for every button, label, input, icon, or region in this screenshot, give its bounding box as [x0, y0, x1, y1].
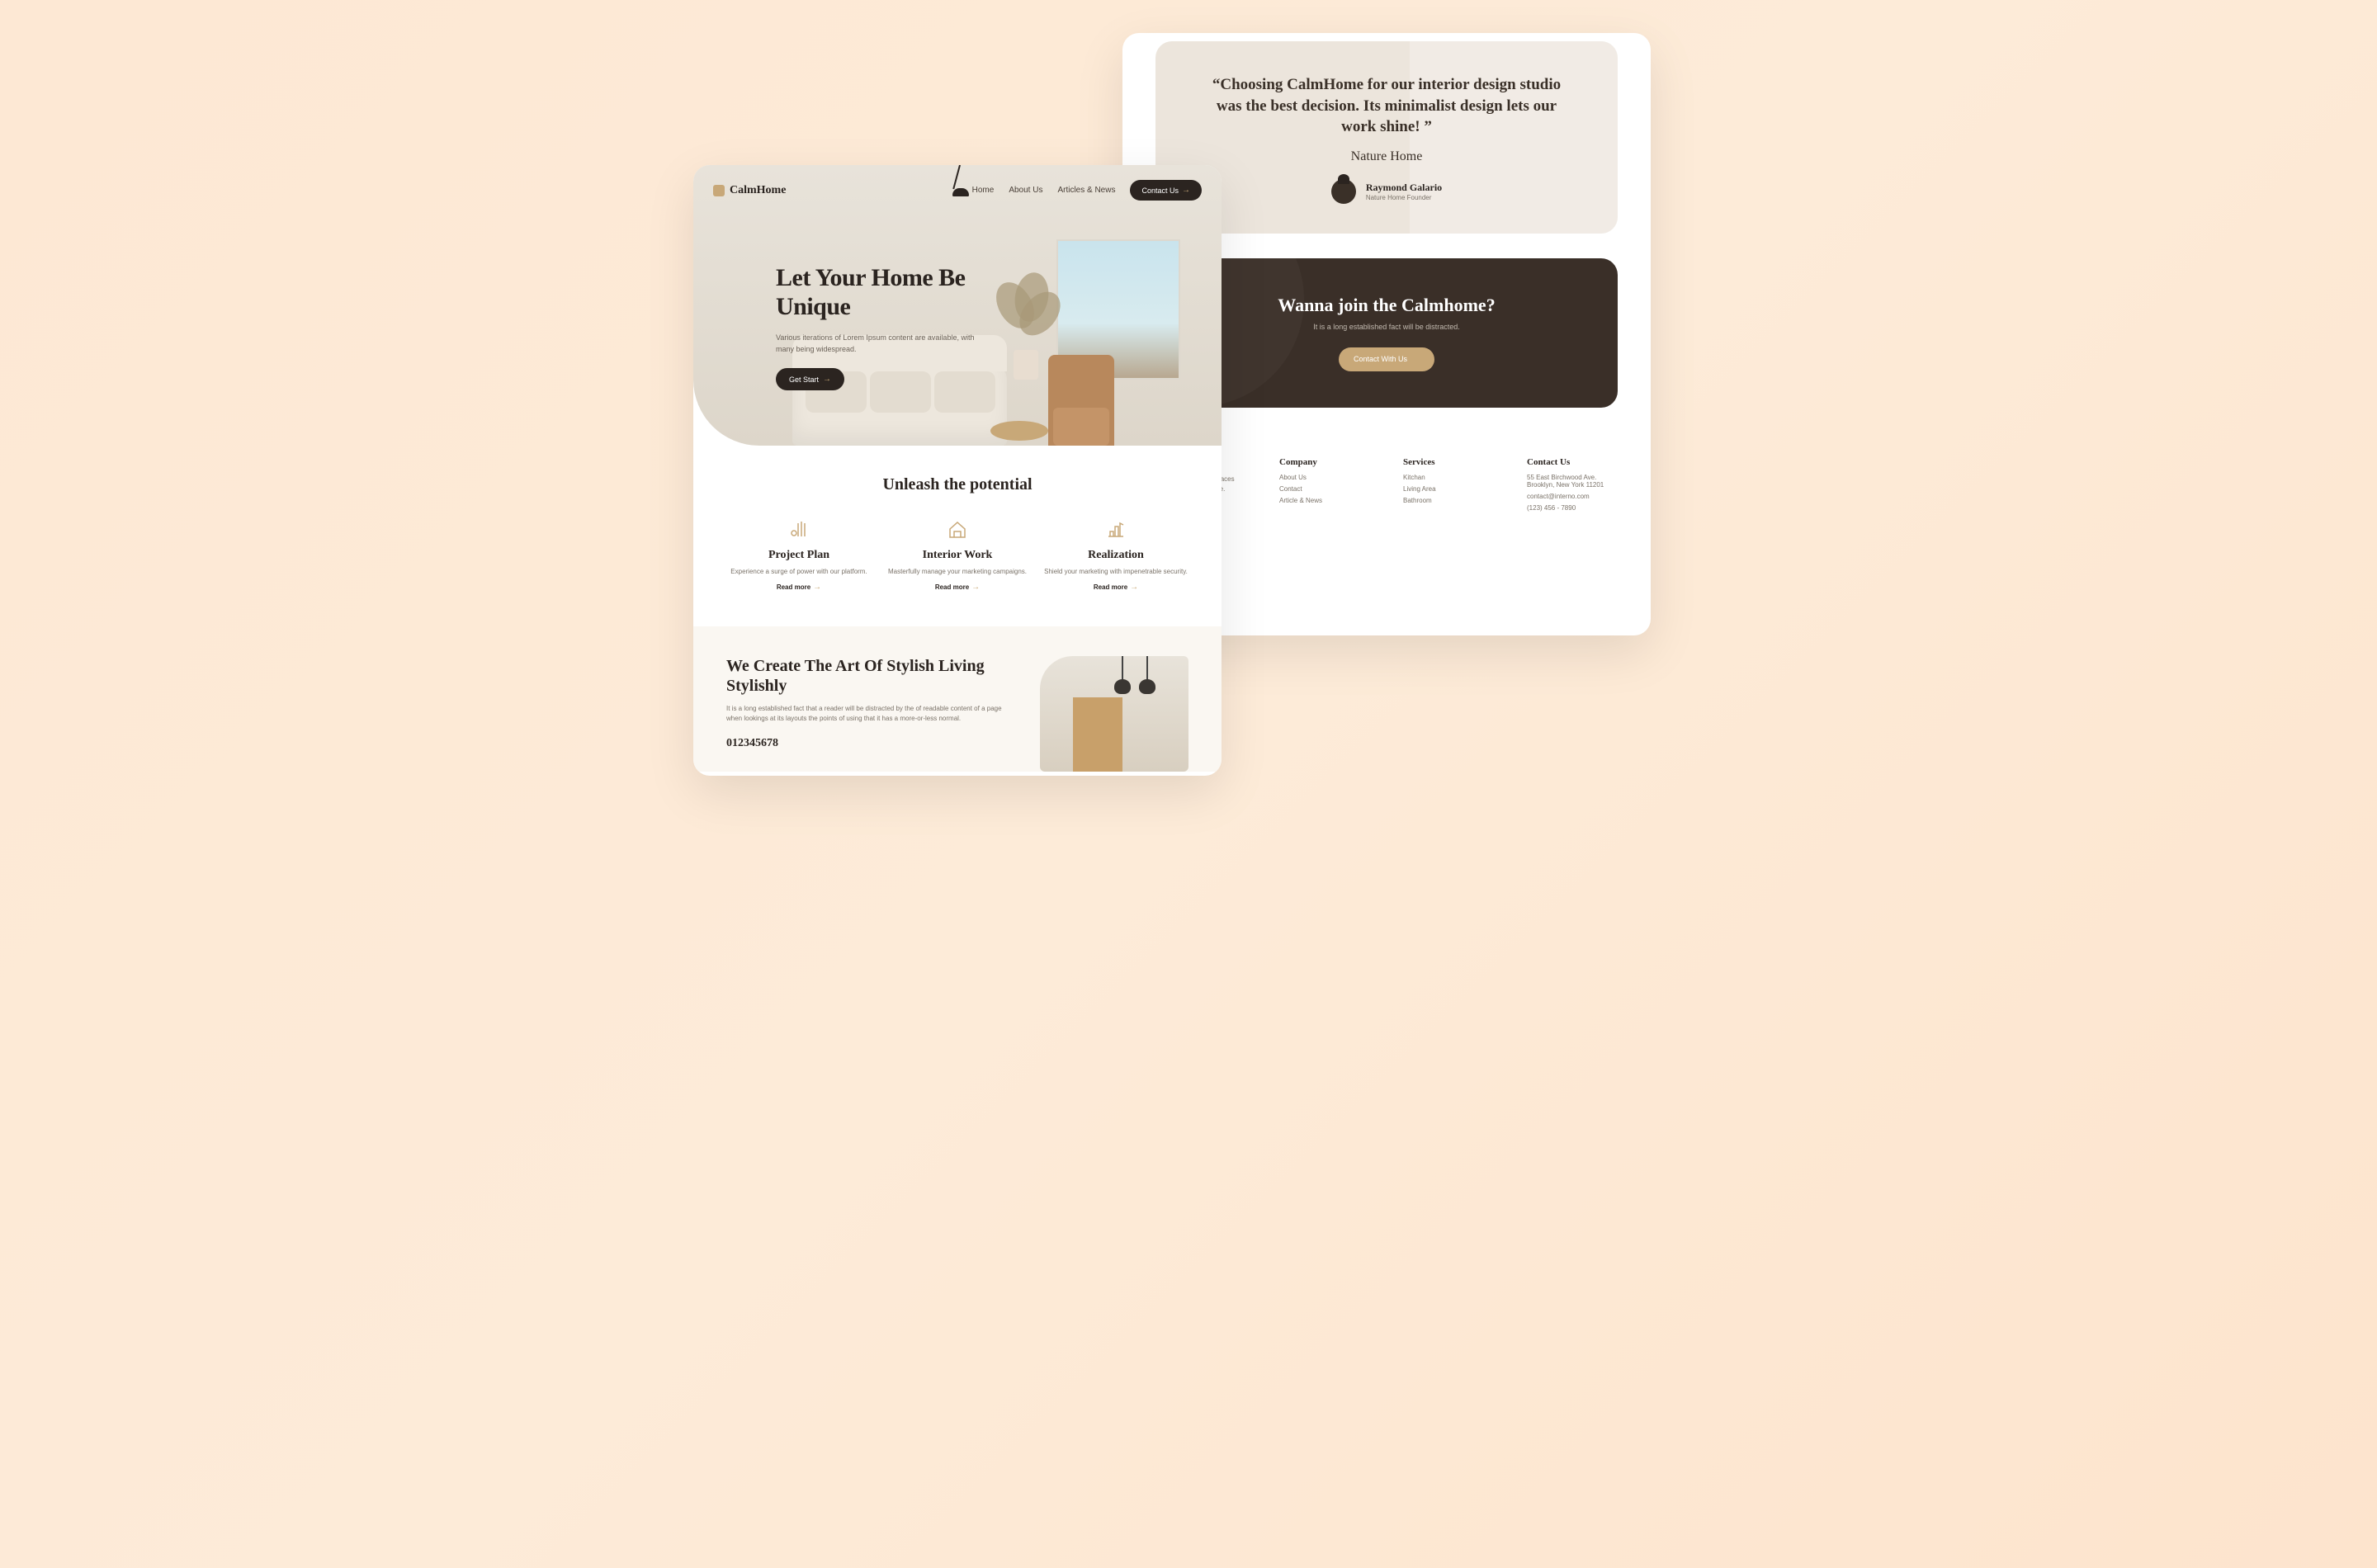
cta-section: Wanna join the Calmhome? It is a long es… [1155, 258, 1618, 408]
person-role: Nature Home Founder [1366, 194, 1442, 201]
kitchen-image [1040, 656, 1188, 772]
testimonial-person: Raymond Galario Nature Home Founder [1205, 179, 1568, 204]
feature-project-plan: Project Plan Experience a surge of power… [726, 517, 872, 593]
avatar [1331, 179, 1356, 204]
cta-subtitle: It is a long established fact will be di… [1188, 323, 1585, 331]
art-section: We Create The Art Of Stylish Living Styl… [693, 626, 1222, 772]
table-graphic [990, 421, 1048, 441]
nav-home[interactable]: Home [972, 186, 995, 195]
footer-contact: Contact Us 55 East Birchwood Ave. Brookl… [1527, 457, 1618, 516]
feature-name: Interior Work [885, 549, 1030, 562]
nav-about[interactable]: About Us [1009, 186, 1042, 195]
features-title: Unleash the potential [726, 475, 1188, 494]
footer-email[interactable]: contact@interno.com [1527, 493, 1618, 500]
art-title: We Create The Art Of Stylish Living Styl… [726, 656, 1015, 696]
brand-name: CalmHome [730, 184, 786, 197]
feature-realization: Realization Shield your marketing with i… [1043, 517, 1188, 593]
logo[interactable]: CalmHome [713, 184, 786, 197]
top-nav: CalmHome Home About Us Articles & News C… [693, 165, 1222, 215]
cta-title: Wanna join the Calmhome? [1188, 295, 1585, 316]
feature-name: Project Plan [726, 549, 872, 562]
footer-link[interactable]: Living Area [1403, 485, 1494, 493]
features-section: Unleash the potential Project Plan Exper… [693, 446, 1222, 593]
arrow-icon: → [1130, 583, 1138, 592]
arrow-icon: → [823, 375, 831, 384]
chart-icon [1104, 517, 1127, 541]
footer-phone[interactable]: (123) 456 - 7890 [1527, 504, 1618, 512]
hero-text: Let Your Home Be Unique Various iteratio… [776, 264, 990, 390]
art-desc: It is a long established fact that a rea… [726, 704, 1015, 724]
nav-articles[interactable]: Articles & News [1057, 186, 1115, 195]
feature-desc: Experience a surge of power with our pla… [726, 567, 872, 576]
footer-heading: Contact Us [1527, 457, 1618, 467]
house-icon [946, 517, 969, 541]
ruler-icon [787, 517, 810, 541]
hero-subtitle: Various iterations of Lorem Ipsum conten… [776, 333, 990, 355]
footer-address: 55 East Birchwood Ave. Brooklyn, New Yor… [1527, 474, 1618, 489]
footer-link[interactable]: Kitchan [1403, 474, 1494, 481]
cta-btn-label: Contact With Us [1354, 355, 1407, 363]
logo-icon [713, 185, 725, 196]
read-more-link[interactable]: Read more → [935, 583, 980, 592]
footer-services: Services Kitchan Living Area Bathroom [1403, 457, 1494, 516]
feature-interior-work: Interior Work Masterfully manage your ma… [885, 517, 1030, 593]
get-start-label: Get Start [789, 375, 819, 384]
phone-number: 012345678 [726, 737, 1015, 750]
testimonial-brand: Nature Home [1205, 149, 1568, 164]
nav-links: Home About Us Articles & News Contact Us… [972, 180, 1202, 201]
landing-card: CalmHome Home About Us Articles & News C… [693, 165, 1222, 776]
get-start-button[interactable]: Get Start → [776, 368, 844, 390]
person-name: Raymond Galario [1366, 182, 1442, 194]
chair-graphic [1048, 355, 1114, 446]
footer-link[interactable]: Contact [1279, 485, 1370, 493]
feature-desc: Shield your marketing with impenetrable … [1043, 567, 1188, 576]
arrow-icon: → [971, 583, 980, 592]
read-more-link[interactable]: Read more → [777, 583, 821, 592]
arrow-icon: → [1411, 355, 1420, 364]
footer-link[interactable]: About Us [1279, 474, 1370, 481]
feature-name: Realization [1043, 549, 1188, 562]
contact-with-us-button[interactable]: Contact With Us → [1339, 347, 1434, 371]
contact-button[interactable]: Contact Us → [1130, 180, 1202, 201]
read-more-link[interactable]: Read more → [1094, 583, 1138, 592]
testimonial-quote: “Choosing CalmHome for our interior desi… [1205, 74, 1568, 138]
footer-company: Company About Us Contact Article & News [1279, 457, 1370, 516]
footer-heading: Services [1403, 457, 1494, 467]
hero-title: Let Your Home Be Unique [776, 264, 990, 321]
footer-heading: Company [1279, 457, 1370, 467]
footer: ne to creating tranquil, spaces that off… [1155, 457, 1618, 516]
footer-link[interactable]: Article & News [1279, 497, 1370, 504]
contact-label: Contact Us [1141, 187, 1179, 195]
testimonial-section: “Choosing CalmHome for our interior desi… [1155, 41, 1618, 234]
arrow-icon: → [813, 583, 821, 592]
feature-desc: Masterfully manage your marketing campai… [885, 567, 1030, 576]
arrow-icon: → [1182, 186, 1190, 195]
footer-link[interactable]: Bathroom [1403, 497, 1494, 504]
